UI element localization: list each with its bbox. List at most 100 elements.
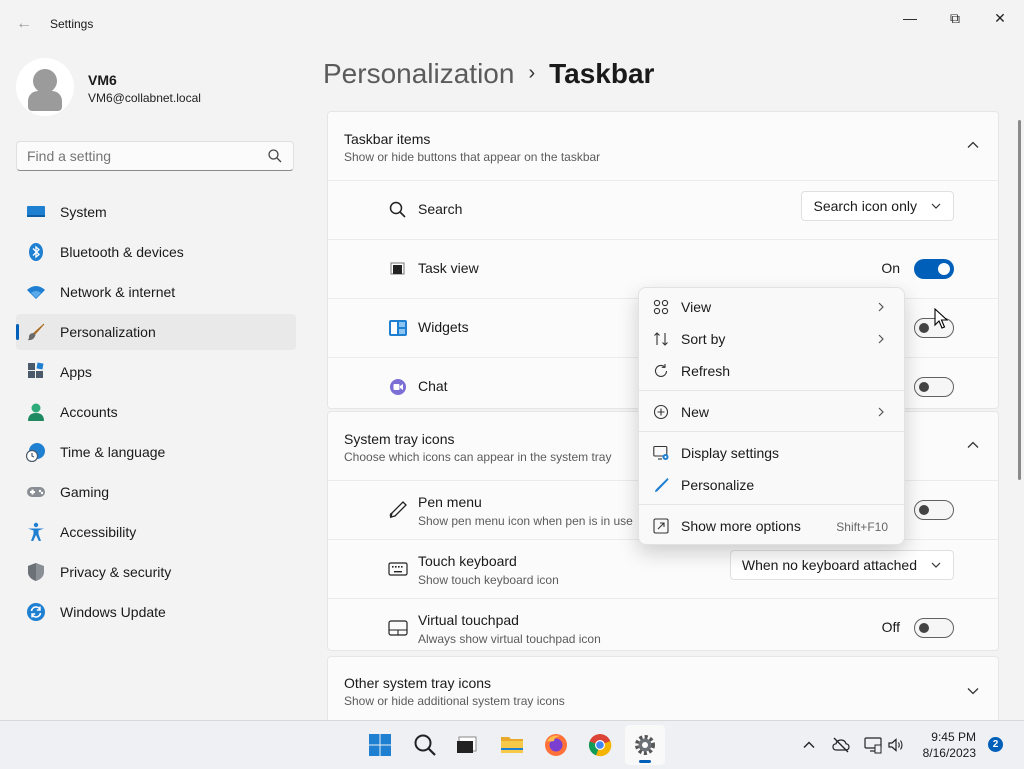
sidebar-item-privacy[interactable]: Privacy & security bbox=[16, 554, 296, 590]
touch-keyboard-dropdown[interactable]: When no keyboard attached bbox=[729, 550, 954, 580]
menu-item-refresh[interactable]: Refresh bbox=[643, 355, 900, 387]
folder-icon bbox=[501, 737, 523, 753]
firefox-button[interactable] bbox=[536, 725, 576, 765]
sidebar-item-accessibility[interactable]: Accessibility bbox=[16, 514, 296, 550]
start-button[interactable] bbox=[360, 725, 400, 765]
search-icon bbox=[389, 201, 406, 218]
sidebar-item-accounts[interactable]: Accounts bbox=[16, 394, 296, 430]
breadcrumb-parent[interactable]: Personalization bbox=[323, 58, 514, 89]
sidebar-item-time-language[interactable]: Time & language bbox=[16, 434, 296, 470]
profile-email: VM6@collabnet.local bbox=[88, 91, 201, 105]
menu-item-label: Show more options bbox=[681, 518, 801, 534]
sidebar-item-windows-update[interactable]: Windows Update bbox=[16, 594, 296, 630]
profile-name: VM6 bbox=[88, 72, 117, 88]
apps-icon bbox=[28, 362, 44, 378]
row-description: Always show virtual touchpad icon bbox=[418, 632, 601, 646]
chevron-up-icon[interactable] bbox=[966, 138, 980, 152]
chat-toggle[interactable] bbox=[914, 377, 954, 397]
person-icon bbox=[28, 403, 44, 421]
clock-time: 9:45 PM bbox=[931, 730, 976, 744]
brush-icon bbox=[654, 477, 669, 493]
chevron-up-icon[interactable] bbox=[966, 438, 980, 452]
close-button[interactable]: ✕ bbox=[978, 4, 1022, 32]
section-title: Taskbar items bbox=[344, 131, 431, 147]
file-explorer-button[interactable] bbox=[492, 725, 532, 765]
other-tray-header[interactable]: Other system tray icons Show or hide add… bbox=[328, 657, 998, 725]
sidebar-item-personalization[interactable]: Personalization bbox=[16, 314, 296, 350]
brush-icon bbox=[27, 323, 45, 341]
menu-item-shortcut: Shift+F10 bbox=[836, 520, 888, 534]
menu-item-view[interactable]: View bbox=[643, 291, 900, 323]
chevron-right-icon bbox=[878, 302, 884, 312]
section-subtitle: Choose which icons can appear in the sys… bbox=[344, 450, 612, 464]
touch-keyboard-row: Touch keyboard Show touch keyboard icon … bbox=[328, 539, 998, 598]
taskbar-search-button[interactable] bbox=[405, 725, 445, 765]
system-clock[interactable]: 9:45 PM 8/16/2023 bbox=[908, 729, 976, 761]
menu-item-sort-by[interactable]: Sort by bbox=[643, 323, 900, 355]
sidebar-item-label: Gaming bbox=[60, 484, 110, 500]
search-row: Search Search icon only bbox=[328, 180, 998, 239]
notification-badge[interactable]: 2 bbox=[988, 737, 1003, 752]
refresh-icon bbox=[654, 364, 668, 377]
search-input[interactable] bbox=[17, 142, 277, 170]
wifi-icon bbox=[27, 286, 45, 299]
sidebar-item-bluetooth[interactable]: Bluetooth & devices bbox=[16, 234, 296, 270]
network-icon[interactable] bbox=[864, 736, 882, 754]
gear-icon bbox=[635, 735, 655, 755]
minimize-button[interactable]: — bbox=[888, 4, 932, 32]
task-view-toggle[interactable] bbox=[914, 259, 954, 279]
menu-item-display-settings[interactable]: Display settings bbox=[643, 437, 900, 469]
menu-item-label: Personalize bbox=[681, 477, 755, 493]
desktop-context-menu: View Sort by Refresh New Display setting… bbox=[638, 287, 905, 545]
chevron-down-icon bbox=[931, 203, 941, 209]
search-mode-dropdown[interactable]: Search icon only bbox=[801, 191, 954, 221]
task-view-button[interactable] bbox=[447, 725, 487, 765]
menu-item-new[interactable]: New bbox=[643, 396, 900, 428]
mouse-cursor-icon bbox=[934, 308, 948, 329]
toggle-state-label: On bbox=[881, 260, 900, 276]
sidebar-item-gaming[interactable]: Gaming bbox=[16, 474, 296, 510]
touchpad-icon bbox=[388, 620, 408, 636]
menu-item-show-more-options[interactable]: Show more options Shift+F10 bbox=[643, 510, 900, 542]
page-title: Taskbar bbox=[549, 58, 655, 89]
firefox-icon bbox=[545, 734, 567, 756]
sidebar-item-apps[interactable]: Apps bbox=[16, 354, 296, 390]
pen-icon bbox=[389, 501, 407, 519]
sidebar-item-system[interactable]: System bbox=[16, 194, 296, 230]
gamepad-icon bbox=[27, 487, 45, 497]
accessibility-icon bbox=[28, 522, 44, 541]
search-icon bbox=[414, 734, 436, 756]
settings-taskbar-button[interactable] bbox=[625, 725, 665, 765]
taskbar-items-header[interactable]: Taskbar items Show or hide buttons that … bbox=[328, 112, 998, 180]
dropdown-value: Search icon only bbox=[813, 198, 917, 214]
row-label: Widgets bbox=[418, 319, 469, 335]
pen-menu-toggle[interactable] bbox=[914, 500, 954, 520]
chevron-up-icon[interactable] bbox=[800, 736, 818, 754]
sidebar-item-label: Accessibility bbox=[60, 524, 137, 540]
chevron-down-icon[interactable] bbox=[966, 684, 980, 698]
search-icon[interactable] bbox=[267, 148, 283, 164]
sidebar-item-label: Apps bbox=[60, 364, 92, 380]
dropdown-value: When no keyboard attached bbox=[741, 557, 917, 573]
menu-item-label: Refresh bbox=[681, 363, 731, 379]
back-button[interactable]: ← bbox=[12, 12, 36, 36]
user-profile[interactable]: VM6 VM6@collabnet.local bbox=[16, 58, 306, 118]
chevron-right-icon bbox=[878, 334, 884, 344]
volume-icon[interactable] bbox=[887, 736, 905, 754]
maximize-button[interactable]: ⧉ bbox=[933, 4, 977, 32]
row-description: Show touch keyboard icon bbox=[418, 573, 559, 587]
sidebar-item-label: Accounts bbox=[60, 404, 118, 420]
chat-icon bbox=[390, 379, 406, 395]
chrome-button[interactable] bbox=[580, 725, 620, 765]
active-indicator bbox=[639, 760, 651, 763]
scrollbar[interactable] bbox=[1018, 120, 1021, 480]
other-tray-section: Other system tray icons Show or hide add… bbox=[327, 656, 999, 726]
windows-logo-icon bbox=[369, 734, 391, 756]
cloud-off-icon[interactable] bbox=[832, 736, 850, 754]
sidebar-item-network[interactable]: Network & internet bbox=[16, 274, 296, 310]
menu-item-personalize[interactable]: Personalize bbox=[643, 469, 900, 501]
title-bar: ← Settings — ⧉ ✕ bbox=[0, 0, 1024, 48]
section-subtitle: Show or hide additional system tray icon… bbox=[344, 694, 565, 708]
sidebar-item-label: Time & language bbox=[60, 444, 166, 460]
virtual-touchpad-toggle[interactable] bbox=[914, 618, 954, 638]
